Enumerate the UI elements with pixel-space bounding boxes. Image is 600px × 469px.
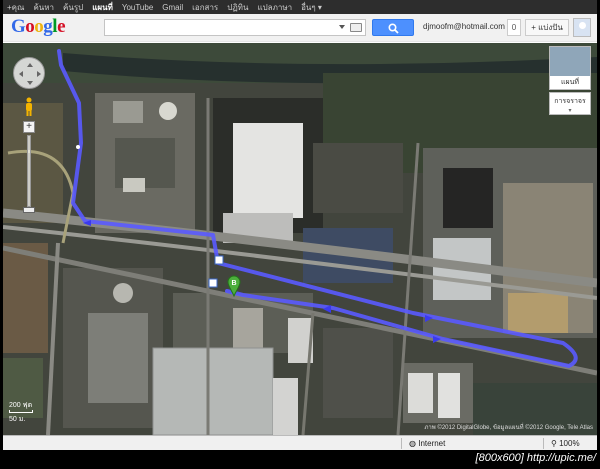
map-canvas[interactable]: B + แผนที่ การจราจร ▾ 200 ฟุต 50 ม. ภาพ … bbox=[3, 43, 597, 435]
gbar-item-images[interactable]: ค้นรูป bbox=[63, 1, 83, 14]
marker-label: B bbox=[231, 280, 236, 287]
gbar-item-plus-you[interactable]: +คุณ bbox=[7, 1, 24, 14]
zoom-level[interactable]: ⚲ 100% bbox=[551, 439, 580, 448]
gbar-item-more[interactable]: อื่นๆ ▾ bbox=[301, 1, 322, 14]
search-header: Google djmoofm@hotmail.com 0 + แบ่งปัน bbox=[3, 14, 597, 42]
pan-control[interactable] bbox=[13, 57, 45, 89]
keyboard-icon[interactable] bbox=[350, 23, 362, 32]
logo-letter: g bbox=[43, 16, 53, 37]
gbar-item-translate[interactable]: แปลภาษา bbox=[257, 1, 292, 14]
gbar-item-search[interactable]: ค้นหา bbox=[33, 1, 54, 14]
traffic-dropdown-icon: ▾ bbox=[568, 108, 572, 114]
status-separator bbox=[543, 438, 544, 449]
gbar-item-documents[interactable]: เอกสาร bbox=[192, 1, 218, 14]
map-attribution: ภาพ ©2012 DigitalGlobe, ข้อมูลแผนที่ ©20… bbox=[424, 425, 593, 431]
search-icon bbox=[388, 23, 399, 34]
map-type-label: แผนที่ bbox=[550, 76, 590, 89]
traffic-button[interactable]: การจราจร ▾ bbox=[549, 92, 591, 115]
user-email[interactable]: djmoofm@hotmail.com bbox=[423, 22, 505, 31]
map-scale: 200 ฟุต 50 ม. bbox=[9, 400, 33, 423]
browser-window: +คุณ ค้นหา ค้นรูป แผนที่ YouTube Gmail เ… bbox=[3, 0, 597, 450]
image-caption: [800x600] http://upic.me/ bbox=[475, 452, 596, 464]
logo-letter: o bbox=[25, 16, 35, 37]
zoom-in-button[interactable]: + bbox=[23, 121, 35, 133]
logo-letter: e bbox=[57, 16, 65, 37]
globe-icon: ◍ bbox=[409, 439, 416, 448]
magnifier-icon: ⚲ bbox=[551, 439, 557, 448]
scale-bottom-label: 50 ม. bbox=[9, 416, 26, 423]
logo-letter: o bbox=[34, 16, 44, 37]
search-input[interactable] bbox=[104, 19, 366, 36]
avatar[interactable] bbox=[573, 18, 591, 37]
zoom-control: + bbox=[23, 121, 35, 221]
scale-bar bbox=[9, 410, 33, 413]
notifications-count[interactable]: 0 bbox=[507, 19, 521, 36]
map-type-button[interactable]: แผนที่ bbox=[549, 46, 591, 90]
search-button[interactable] bbox=[372, 19, 414, 36]
gbar-item-gmail[interactable]: Gmail bbox=[162, 3, 183, 12]
satellite-imagery bbox=[3, 43, 597, 435]
browser-status-bar: ◍ Internet ⚲ 100% bbox=[3, 435, 597, 450]
security-zone-label: Internet bbox=[418, 439, 446, 448]
gbar-item-maps[interactable]: แผนที่ bbox=[92, 1, 113, 14]
zoom-slider-track[interactable] bbox=[27, 135, 31, 207]
logo-letter: G bbox=[11, 16, 26, 37]
gbar-item-youtube[interactable]: YouTube bbox=[122, 3, 153, 12]
google-logo[interactable]: Google bbox=[11, 16, 65, 38]
pan-arrows-icon bbox=[19, 63, 41, 85]
screenshot-frame: +คุณ ค้นหา ค้นรูป แผนที่ YouTube Gmail เ… bbox=[0, 0, 600, 469]
zoom-slider-handle[interactable] bbox=[23, 207, 35, 213]
share-button[interactable]: + แบ่งปัน bbox=[525, 19, 569, 36]
map-marker-b-icon[interactable]: B bbox=[227, 275, 241, 297]
status-separator bbox=[401, 438, 402, 449]
security-zone: ◍ Internet bbox=[409, 439, 445, 448]
zoom-level-label: 100% bbox=[559, 439, 580, 448]
traffic-label: การจราจร bbox=[554, 98, 586, 105]
dropdown-arrow-icon[interactable] bbox=[339, 25, 345, 29]
pegman-icon[interactable] bbox=[24, 97, 34, 117]
gbar-item-calendar[interactable]: ปฏิทิน bbox=[227, 1, 248, 14]
google-bar: +คุณ ค้นหา ค้นรูป แผนที่ YouTube Gmail เ… bbox=[3, 0, 597, 14]
